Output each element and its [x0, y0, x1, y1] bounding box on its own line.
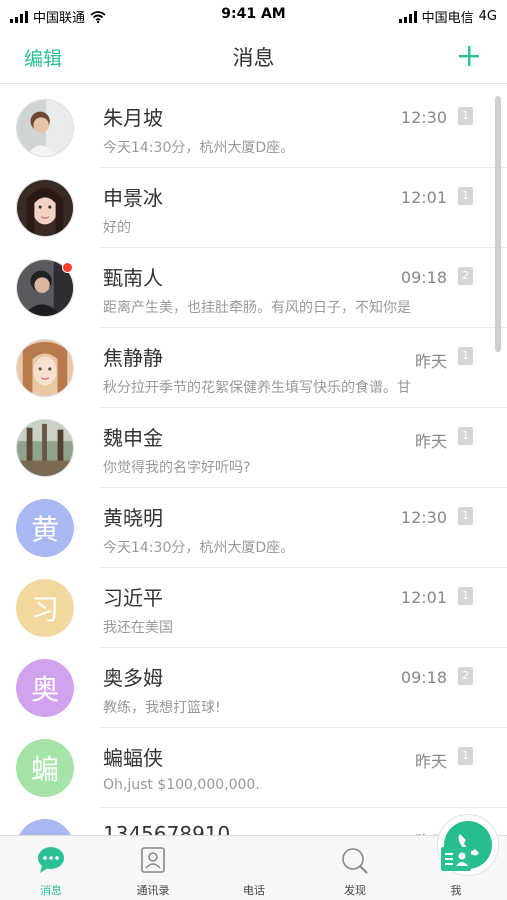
contact-name: 蝙蝠侠 — [103, 746, 163, 770]
avatar[interactable] — [16, 339, 74, 397]
contact-name: 魏申金 — [103, 426, 163, 450]
tab-profile[interactable]: 我 — [416, 836, 496, 900]
tab-label-messages: 消息 — [40, 884, 62, 897]
discover-icon — [342, 848, 368, 874]
message-icon — [38, 847, 64, 873]
profile-icon — [441, 847, 471, 871]
message-time: 昨天 — [414, 352, 447, 371]
sim-card-icon: 1 — [458, 187, 473, 205]
message-row[interactable]: 申景冰好的 12:01 1 — [0, 168, 507, 248]
network-type: 4G — [478, 9, 497, 24]
message-row[interactable]: 甄南人距离产生美，也挂肚牵肠。有风的日子，不知你是 09:18 2 — [0, 248, 507, 328]
avatar[interactable] — [16, 819, 74, 835]
avatar[interactable] — [16, 419, 74, 477]
sim-card-icon: 1 — [458, 747, 473, 765]
message-preview: Oh,just $100,000,000. — [103, 777, 260, 793]
contact-name: 黄晓明 — [103, 506, 163, 530]
message-row[interactable]: 朱月坡今天14:30分，杭州大厦D座。 12:30 1 — [0, 88, 507, 168]
plus-icon — [459, 46, 479, 66]
sim-card-icon: 1 — [458, 347, 473, 365]
tab-label-profile: 我 — [450, 884, 462, 897]
message-row[interactable]: 奥 奥多姆教练，我想打篮球! 09:18 2 — [0, 648, 507, 728]
message-list[interactable]: 朱月坡今天14:30分，杭州大厦D座。 12:30 1 申景冰好的 12:01 1 甄南人距… — [0, 88, 507, 835]
tab-label-contacts: 通讯录 — [136, 884, 170, 897]
tab-contacts[interactable]: 通讯录 — [113, 836, 193, 900]
contact-name: 1345678910 — [103, 822, 231, 835]
avatar[interactable] — [16, 99, 74, 157]
message-time: 昨天 — [414, 432, 447, 451]
avatar-initial: 习 — [30, 593, 59, 626]
contact-name: 奥多姆 — [103, 666, 163, 690]
tab-messages[interactable]: 消息 — [11, 836, 91, 900]
contacts-icon — [141, 847, 165, 873]
message-time: 09:18 — [400, 668, 447, 687]
message-preview: 好的 — [103, 220, 131, 236]
carrier-right: 中国电信 — [421, 11, 474, 26]
message-time: 12:30 — [400, 508, 447, 527]
contact-name: 申景冰 — [103, 186, 163, 210]
sim-card-icon: 2 — [458, 267, 473, 285]
message-row[interactable]: 焦静静秋分拉开季节的花絮保健养生填写快乐的食谱。甘 昨天 1 — [0, 328, 507, 408]
message-time: 12:01 — [400, 588, 447, 607]
status-bar: 中国联通 9:41 AM 中国电信 4G — [0, 0, 507, 30]
avatar[interactable]: 蝙 — [16, 739, 74, 797]
contact-name: 焦静静 — [103, 346, 163, 370]
avatar[interactable]: 奥 — [16, 659, 74, 717]
tab-label-phone: 电话 — [243, 884, 265, 897]
contact-name: 朱月坡 — [103, 106, 163, 130]
message-preview: 你觉得我的名字好听吗? — [103, 460, 251, 476]
message-time: 12:30 — [400, 108, 447, 127]
sim-card-icon: 1 — [458, 507, 473, 525]
message-time: 12:01 — [400, 188, 447, 207]
tab-discover[interactable]: 发现 — [315, 836, 395, 900]
contact-name: 习近平 — [103, 586, 163, 610]
avatar[interactable]: 习 — [16, 579, 74, 637]
avatar-initial: 黄 — [30, 513, 59, 546]
message-preview: 教练，我想打篮球! — [103, 700, 221, 716]
message-row[interactable]: 黄 黄晓明今天14:30分，杭州大厦D座。 12:30 1 — [0, 488, 507, 568]
message-preview: 今天14:30分，杭州大厦D座。 — [103, 140, 295, 156]
signal-icon-right — [398, 10, 417, 23]
sim-card-icon: 1 — [458, 427, 473, 445]
nav-bar: 编辑 消息 — [0, 30, 507, 84]
sim-card-icon: 1 — [458, 587, 473, 605]
message-time: 09:18 — [400, 268, 447, 287]
status-right: 中国电信 4G — [398, 7, 497, 26]
message-row[interactable]: 蝙 蝙蝠侠 Oh,just $100,000,000. 昨天 1 — [0, 728, 507, 808]
avatar[interactable] — [16, 179, 74, 237]
message-row[interactable]: 习 习近平我还在美国 12:01 1 — [0, 568, 507, 648]
message-row[interactable]: 1345678910昨天1 — [0, 808, 507, 835]
tab-bar: 消息 通讯录 电话 发现 我 — [0, 814, 507, 900]
sim-card-icon: 1 — [458, 107, 473, 125]
message-preview: 今天14:30分，杭州大厦D座。 — [103, 540, 295, 556]
page-title: 消息 — [232, 46, 275, 70]
add-button[interactable] — [457, 40, 481, 70]
sim-card-icon: 2 — [458, 667, 473, 685]
message-preview: 秋分拉开季节的花絮保健养生填写快乐的食谱。甘 — [103, 380, 411, 396]
message-time: 昨天 — [414, 752, 447, 771]
message-row[interactable]: 魏申金你觉得我的名字好听吗? 昨天 1 — [0, 408, 507, 488]
scrollbar[interactable] — [495, 96, 501, 352]
avatar[interactable]: 黄 — [16, 499, 74, 557]
app-root: 中国联通 9:41 AM 中国电信 4G 编辑 消息 朱月坡今天14:30分，杭… — [0, 0, 507, 900]
unread-badge — [62, 262, 73, 273]
contact-name: 甄南人 — [103, 266, 163, 290]
tab-phone[interactable]: 电话 — [214, 814, 499, 900]
message-preview: 我还在美国 — [103, 620, 173, 636]
avatar-initial: 奥 — [30, 673, 59, 706]
tab-label-discover: 发现 — [344, 884, 366, 897]
avatar-initial: 蝙 — [30, 753, 59, 786]
message-preview: 距离产生美，也挂肚牵肠。有风的日子，不知你是 — [103, 300, 411, 316]
